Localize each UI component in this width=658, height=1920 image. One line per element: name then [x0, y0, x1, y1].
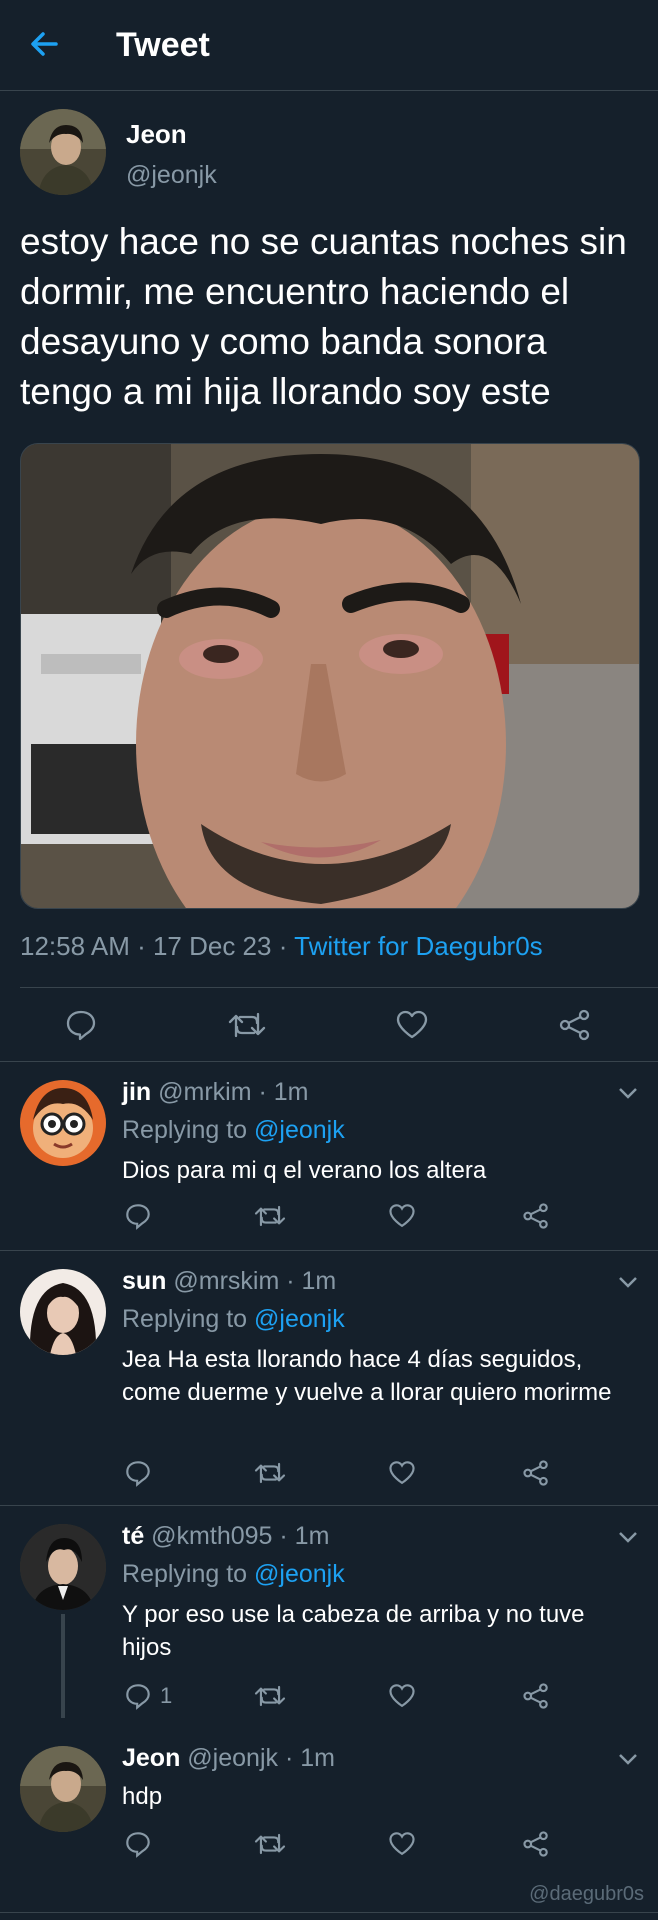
tweet-source[interactable]: Twitter for Daegubr0s: [294, 931, 543, 961]
retweet-icon: [254, 1833, 286, 1855]
retweet-icon: [228, 1012, 266, 1038]
tweet-photo[interactable]: [20, 443, 640, 909]
avatar[interactable]: [20, 1269, 106, 1355]
share-icon: [559, 1009, 590, 1041]
like-button[interactable]: [388, 1196, 416, 1236]
reply-count: 1: [160, 1683, 173, 1708]
replying-to: Replying to @jeonjk: [122, 1560, 345, 1588]
avatar[interactable]: [20, 1746, 106, 1832]
chevron-down-icon[interactable]: [618, 1752, 638, 1766]
author-name[interactable]: Jeon: [126, 119, 187, 150]
reply-author-name[interactable]: jin: [122, 1078, 151, 1106]
share-button[interactable]: [522, 1196, 550, 1236]
top-bar: Tweet: [0, 0, 658, 91]
mention-link[interactable]: @jeonjk: [254, 1116, 345, 1144]
reply-icon: [126, 1461, 150, 1487]
retweet-icon: [254, 1462, 286, 1484]
reply-handle-time: @mrkim · 1m: [151, 1078, 309, 1106]
reply-text: Y por eso use la cabeza de arriba y no t…: [122, 1601, 585, 1661]
avatar[interactable]: [20, 1524, 106, 1610]
reply-text: Jea Ha esta llorando hace 4 días seguido…: [122, 1346, 612, 1406]
chevron-down-icon[interactable]: [618, 1086, 638, 1100]
chevron-down-icon[interactable]: [618, 1530, 638, 1544]
retweet-icon: [254, 1205, 286, 1227]
tweet-meta: 12:58 AM · 17 Dec 23 · Twitter for Daegu…: [20, 931, 543, 962]
like-button[interactable]: [395, 1005, 429, 1045]
retweet-icon: [254, 1685, 286, 1707]
like-button[interactable]: [388, 1824, 416, 1864]
reply-header: sun @mrskim · 1m: [122, 1267, 336, 1296]
divider: [0, 1912, 658, 1913]
reply-header: té @kmth095 · 1m: [122, 1522, 329, 1551]
like-button[interactable]: [388, 1453, 416, 1493]
reply-icon: [126, 1832, 150, 1858]
main-tweet-actions: [0, 1005, 658, 1045]
mention-link[interactable]: @jeonjk: [254, 1305, 345, 1333]
share-button[interactable]: [558, 1005, 592, 1045]
share-button[interactable]: [522, 1676, 550, 1716]
reply-author-name[interactable]: Jeon: [122, 1744, 180, 1772]
tweet-timestamp: 12:58 AM · 17 Dec 23 ·: [20, 931, 295, 961]
reply-handle-time: @kmth095 · 1m: [144, 1522, 330, 1550]
chevron-down-icon[interactable]: [618, 1275, 638, 1289]
reply-button[interactable]: [124, 1453, 160, 1493]
author-handle[interactable]: @jeonjk: [126, 161, 217, 190]
reply-actions: [0, 1824, 658, 1864]
reply-text: hdp: [122, 1783, 163, 1810]
retweet-button[interactable]: [254, 1453, 286, 1493]
retweet-button[interactable]: [254, 1676, 286, 1716]
share-button[interactable]: [522, 1824, 550, 1864]
share-icon: [523, 1203, 548, 1229]
retweet-button[interactable]: [254, 1824, 286, 1864]
retweet-button[interactable]: [228, 1005, 266, 1045]
watermark: @daegubr0s: [529, 1883, 644, 1905]
share-icon: [523, 1683, 548, 1709]
reply-handle-time: @jeonjk · 1m: [180, 1744, 335, 1772]
reply-actions: 1: [0, 1676, 658, 1716]
share-button[interactable]: [522, 1453, 550, 1493]
page-title: Tweet: [116, 26, 210, 64]
reply-author-name[interactable]: té: [122, 1522, 144, 1550]
reply-actions: [0, 1196, 658, 1236]
reply-icon: [126, 1204, 150, 1230]
reply-text: Dios para mi q el verano los altera: [122, 1157, 487, 1184]
like-button[interactable]: [388, 1676, 416, 1716]
reply-actions: [0, 1453, 658, 1493]
reply-button[interactable]: [64, 1005, 98, 1045]
retweet-button[interactable]: [254, 1196, 286, 1236]
mention-link[interactable]: @jeonjk: [254, 1560, 345, 1588]
reply-tweet[interactable]: jin @mrkim · 1m Replying to @jeonjk Dios…: [0, 1062, 658, 1250]
reply-header: jin @mrkim · 1m: [122, 1078, 308, 1107]
reply-tweet[interactable]: té @kmth095 · 1m Replying to @jeonjk Y p…: [0, 1506, 658, 1718]
divider: [20, 987, 658, 988]
share-icon: [523, 1460, 548, 1486]
heart-icon: [389, 1204, 415, 1228]
tweet-text: estoy hace no se cuantas noches sin dorm…: [20, 221, 627, 412]
heart-icon: [389, 1684, 415, 1708]
heart-icon: [389, 1832, 415, 1856]
reply-handle-time: @mrskim · 1m: [166, 1267, 337, 1295]
reply-tweet[interactable]: sun @mrskim · 1m Replying to @jeonjk Jea…: [0, 1251, 658, 1505]
replying-to: Replying to @jeonjk: [122, 1305, 345, 1333]
reply-button[interactable]: [124, 1824, 160, 1864]
share-icon: [523, 1831, 548, 1857]
reply-button[interactable]: 1: [124, 1676, 172, 1716]
avatar[interactable]: [20, 1080, 106, 1166]
heart-icon: [389, 1461, 415, 1485]
reply-icon: [126, 1684, 150, 1710]
main-tweet: Jeon @jeonjk estoy hace no se cuantas no…: [0, 91, 658, 1061]
heart-icon: [396, 1010, 428, 1039]
reply-header: Jeon @jeonjk · 1m: [122, 1744, 335, 1773]
avatar[interactable]: [20, 109, 106, 195]
replying-to: Replying to @jeonjk: [122, 1116, 345, 1144]
reply-icon: [66, 1010, 96, 1041]
reply-author-name[interactable]: sun: [122, 1267, 166, 1295]
reply-button[interactable]: [124, 1196, 160, 1236]
back-arrow-icon[interactable]: [28, 28, 60, 60]
